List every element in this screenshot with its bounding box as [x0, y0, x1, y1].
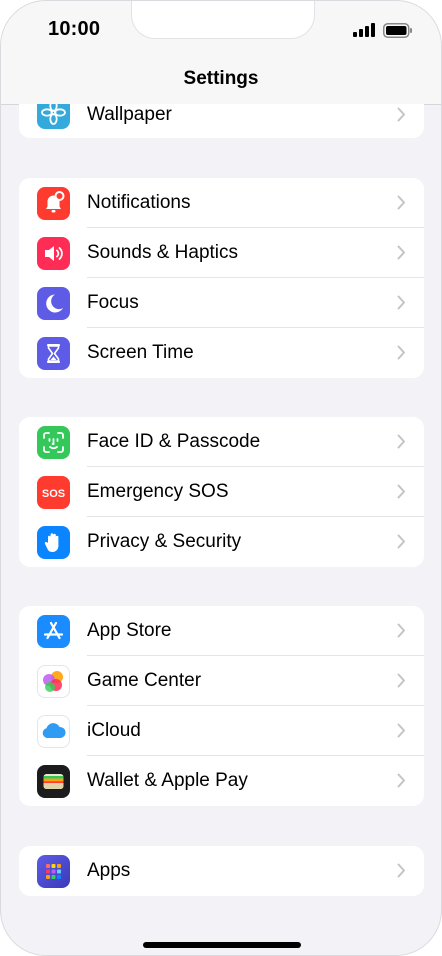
settings-row-screen-time[interactable]: Screen Time [19, 328, 424, 378]
settings-row-emergency-sos[interactable]: SOS Emergency SOS [19, 467, 424, 517]
privacy-hand-icon [37, 526, 70, 559]
settings-row-label: Focus [87, 292, 139, 313]
settings-row-label: App Store [87, 620, 172, 641]
page-title: Settings [183, 68, 259, 89]
navigation-bar: Settings [1, 59, 441, 105]
hourglass-icon [37, 337, 70, 370]
game-center-icon [37, 665, 70, 698]
settings-row-label: Wallpaper [87, 104, 172, 125]
wallet-icon [37, 765, 70, 798]
app-store-icon [37, 615, 70, 648]
home-indicator[interactable] [143, 942, 301, 948]
focus-moon-icon [37, 287, 70, 320]
settings-row-icloud[interactable]: iCloud [19, 706, 424, 756]
status-bar: 10:00 [1, 1, 441, 59]
settings-row-game-center[interactable]: Game Center [19, 656, 424, 706]
phone-screen: 10:00 Settings Wallpaper Notifications S… [0, 0, 442, 956]
settings-group-services: App Store Game Center iCloud Wallet & Ap… [19, 606, 424, 806]
settings-row-label: Game Center [87, 670, 202, 691]
chevron-right-icon [397, 534, 406, 554]
chevron-right-icon [397, 295, 406, 315]
settings-row-notifications[interactable]: Notifications [19, 178, 424, 228]
chevron-right-icon [397, 434, 406, 454]
wallpaper-icon [37, 104, 70, 129]
cellular-signal-icon [353, 23, 375, 42]
chevron-right-icon [397, 723, 406, 743]
settings-row-label: Notifications [87, 192, 191, 213]
settings-row-focus[interactable]: Focus [19, 278, 424, 328]
icloud-icon [37, 715, 70, 748]
settings-row-label: Face ID & Passcode [87, 431, 261, 452]
settings-group-security: Face ID & Passcode SOS Emergency SOS Pri… [19, 417, 424, 567]
battery-icon [383, 23, 413, 43]
chevron-right-icon [397, 863, 406, 883]
svg-text:SOS: SOS [42, 488, 65, 500]
dynamic-island [131, 1, 315, 39]
settings-row-label: Privacy & Security [87, 531, 242, 552]
settings-group-notifications: Notifications Sounds & Haptics Focus Scr… [19, 178, 424, 378]
chevron-right-icon [397, 773, 406, 793]
notifications-icon [37, 187, 70, 220]
settings-row-wallet-apple-pay[interactable]: Wallet & Apple Pay [19, 756, 424, 806]
settings-row-app-store[interactable]: App Store [19, 606, 424, 656]
settings-row-privacy-security[interactable]: Privacy & Security [19, 517, 424, 567]
status-time: 10:00 [48, 18, 101, 40]
settings-row-label: Wallet & Apple Pay [87, 770, 248, 791]
settings-row-label: Emergency SOS [87, 481, 229, 502]
settings-row-label: iCloud [87, 720, 141, 741]
settings-row-label: Screen Time [87, 342, 194, 363]
chevron-right-icon [397, 345, 406, 365]
settings-group-display: Wallpaper [19, 104, 424, 138]
chevron-right-icon [397, 107, 406, 127]
settings-row-label: Apps [87, 860, 131, 881]
chevron-right-icon [397, 673, 406, 693]
settings-row-apps[interactable]: Apps [19, 846, 424, 896]
sos-icon: SOS [37, 476, 70, 509]
face-id-icon [37, 426, 70, 459]
settings-group-apps: Apps [19, 846, 424, 896]
chevron-right-icon [397, 623, 406, 643]
settings-row-face-id-passcode[interactable]: Face ID & Passcode [19, 417, 424, 467]
apps-grid-icon [37, 855, 70, 888]
sounds-icon [37, 237, 70, 270]
chevron-right-icon [397, 195, 406, 215]
settings-row-wallpaper[interactable]: Wallpaper [19, 104, 424, 138]
chevron-right-icon [397, 245, 406, 265]
settings-row-sounds-haptics[interactable]: Sounds & Haptics [19, 228, 424, 278]
settings-row-label: Sounds & Haptics [87, 242, 239, 263]
chevron-right-icon [397, 484, 406, 504]
